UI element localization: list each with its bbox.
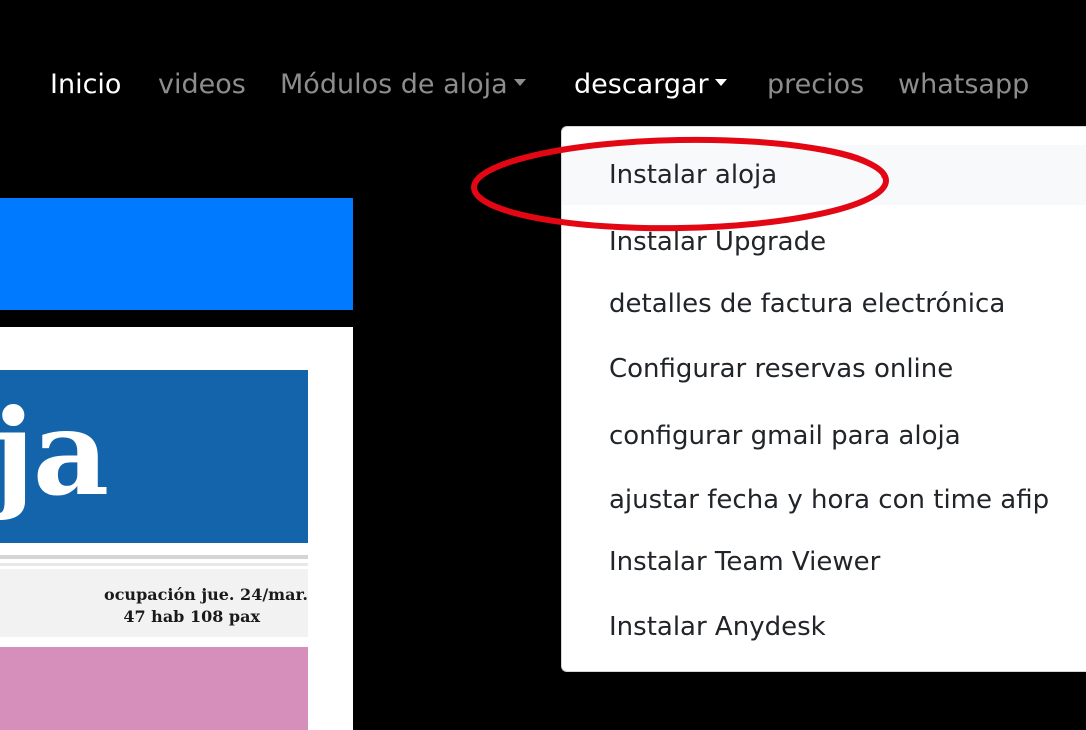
navbar: Inicio videos Módulos de aloja descargar… bbox=[0, 0, 1086, 130]
menu-item-reservas-online[interactable]: Configurar reservas online bbox=[562, 339, 1086, 399]
occupancy-summary: ocupación jue. 24/mar. 47 hab 108 pax bbox=[0, 569, 308, 637]
menu-item-factura-electronica[interactable]: detalles de factura electrónica bbox=[562, 274, 1086, 334]
calendar-block bbox=[0, 647, 308, 730]
caret-down-icon bbox=[714, 79, 727, 86]
nav-videos[interactable]: videos bbox=[158, 68, 246, 102]
nav-descargar-dropdown[interactable]: descargar bbox=[574, 68, 727, 102]
occupancy-counts: 47 hab 108 pax bbox=[123, 607, 260, 626]
occupancy-date: ocupación jue. 24/mar. bbox=[104, 585, 308, 604]
nav-inicio[interactable]: Inicio bbox=[50, 68, 121, 102]
menu-item-instalar-aloja[interactable]: Instalar aloja bbox=[562, 145, 1086, 205]
menu-item-anydesk[interactable]: Instalar Anydesk bbox=[562, 597, 1086, 657]
nav-modulos-dropdown[interactable]: Módulos de aloja bbox=[280, 68, 526, 102]
nav-precios[interactable]: precios bbox=[767, 68, 864, 102]
descargar-dropdown-menu: Instalar aloja Instalar Upgrade detalles… bbox=[561, 126, 1086, 672]
aloja-logo: ja bbox=[0, 370, 308, 543]
menu-item-instalar-upgrade[interactable]: Instalar Upgrade bbox=[562, 212, 1086, 272]
menu-item-team-viewer[interactable]: Instalar Team Viewer bbox=[562, 532, 1086, 592]
nav-descargar-label: descargar bbox=[574, 69, 709, 100]
hero-banner bbox=[0, 198, 353, 310]
divider bbox=[0, 555, 308, 559]
menu-item-fecha-hora[interactable]: ajustar fecha y hora con time afip bbox=[562, 470, 1086, 530]
app-screenshot-thumbnail: ja ocupación jue. 24/mar. 47 hab 108 pax bbox=[0, 327, 353, 730]
caret-down-icon bbox=[513, 79, 526, 86]
divider bbox=[0, 563, 308, 566]
nav-whatsapp[interactable]: whatsapp bbox=[898, 68, 1029, 102]
menu-item-gmail[interactable]: configurar gmail para aloja bbox=[562, 406, 1086, 466]
logo-text: ja bbox=[0, 383, 109, 522]
nav-modulos-label: Módulos de aloja bbox=[280, 69, 508, 100]
